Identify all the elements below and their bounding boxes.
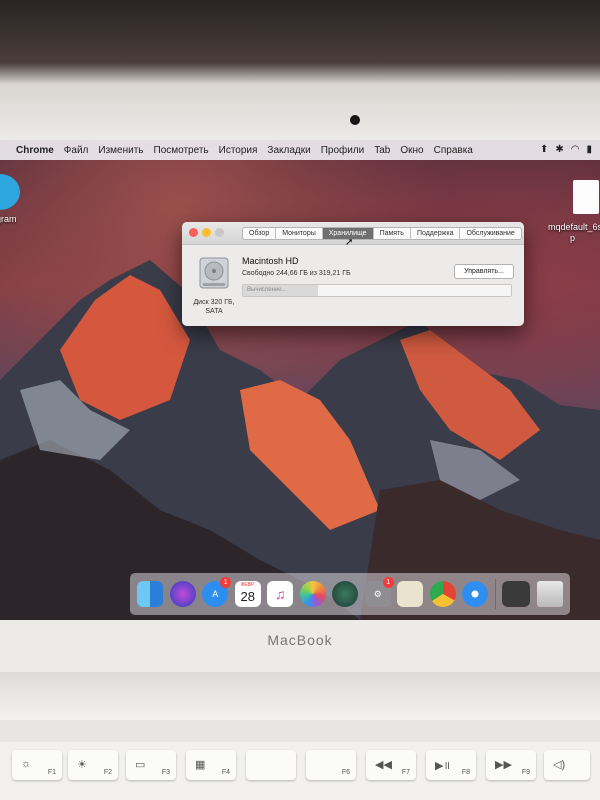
extension-icon[interactable]: ⬆	[540, 144, 548, 155]
menu-help[interactable]: Справка	[434, 145, 473, 156]
macbook-brand-label: MacBook	[267, 632, 333, 648]
key-f2-glyph: ☀	[77, 759, 87, 771]
tab-overview[interactable]: Обзор	[243, 228, 277, 239]
menu-view[interactable]: Посмотреть	[154, 145, 209, 156]
file-icon[interactable]	[573, 180, 599, 214]
system-preferences-icon[interactable]: ⚙ 1	[364, 577, 394, 607]
siri-icon[interactable]	[169, 581, 196, 607]
itunes-icon[interactable]: ♫	[267, 581, 294, 607]
app-store-badge: 1	[220, 577, 232, 588]
menu-bar: Chrome Файл Изменить Посмотреть История …	[0, 140, 600, 160]
key-f7-label: F7	[401, 769, 410, 776]
flag-icon[interactable]: ▮	[586, 144, 592, 155]
key-f2-label: F2	[103, 769, 112, 776]
key-f4-label: F4	[221, 769, 230, 776]
webcam	[350, 115, 360, 125]
key-f1-label: F1	[47, 769, 56, 776]
file-label: mqdefault_6s p	[548, 222, 600, 244]
key-f10-glyph: ◁)	[553, 759, 566, 771]
laptop-hinge	[0, 672, 600, 720]
file-label-line2: p	[570, 233, 576, 243]
chrome-icon[interactable]	[429, 581, 456, 607]
preview-icon[interactable]	[397, 581, 424, 607]
app-store-icon[interactable]: A1	[202, 577, 232, 607]
minimize-button[interactable]	[202, 228, 211, 237]
tab-support[interactable]: Поддержка	[411, 228, 461, 239]
safari-icon[interactable]	[462, 581, 489, 607]
disk-size: Диск 320 ГБ,	[193, 299, 235, 306]
menu-tab[interactable]: Tab	[374, 145, 390, 156]
key-f9-label: F9	[521, 769, 530, 776]
key-f6-label: F6	[341, 769, 350, 776]
key-f4[interactable]: ▦ F4	[186, 750, 236, 780]
bluetooth-icon[interactable]: ✱	[555, 144, 563, 155]
key-f10[interactable]: ◁)	[544, 750, 590, 780]
key-f9-glyph: ▶▶	[495, 759, 512, 771]
window-titlebar[interactable]: Обзор Мониторы Хранилище Память Поддержк…	[182, 222, 524, 248]
manage-button[interactable]: Управлять...	[454, 264, 514, 279]
zoom-button[interactable]	[215, 228, 224, 237]
storage-bar: Вычисление...	[242, 284, 512, 297]
key-f1-glyph: ☼	[21, 758, 32, 770]
menu-file[interactable]: Файл	[64, 145, 89, 156]
tab-service[interactable]: Обслуживание	[460, 228, 520, 239]
screen: Chrome Файл Изменить Посмотреть История …	[0, 140, 600, 620]
time-machine-icon[interactable]	[332, 581, 359, 607]
tab-memory[interactable]: Память	[374, 228, 411, 239]
key-f4-glyph: ▦	[195, 759, 206, 771]
key-f8[interactable]: ▶॥ F8	[426, 750, 476, 780]
file-label-line1: mqdefault_6s	[548, 222, 600, 232]
trash-icon[interactable]	[536, 581, 563, 607]
menu-profiles[interactable]: Профили	[321, 145, 365, 156]
disk-interface: SATA	[205, 308, 223, 315]
minimized-window-icon[interactable]	[502, 581, 531, 607]
storage-bar-label: Вычисление...	[247, 287, 287, 293]
key-f5[interactable]	[246, 750, 296, 780]
tab-displays[interactable]: Мониторы	[276, 228, 323, 239]
key-f1[interactable]: ☼ F1	[12, 750, 62, 780]
about-this-mac-window: Обзор Мониторы Хранилище Память Поддержк…	[182, 222, 524, 326]
menu-bookmarks[interactable]: Закладки	[267, 145, 310, 156]
tab-bar: Обзор Мониторы Хранилище Память Поддержк…	[242, 227, 522, 240]
free-space-text: Свободно 244,66 ГБ из 319,21 ГБ	[242, 270, 351, 277]
key-f8-glyph: ▶॥	[435, 760, 451, 772]
telegram-icon[interactable]	[0, 174, 20, 210]
key-f2[interactable]: ☀ F2	[68, 750, 118, 780]
menu-window[interactable]: Окно	[400, 145, 423, 156]
laptop-bottom-bezel	[0, 620, 600, 680]
prefs-badge: 1	[382, 577, 394, 588]
menu-edit[interactable]: Изменить	[98, 145, 143, 156]
telegram-label: gram	[0, 214, 17, 224]
menu-app-chrome[interactable]: Chrome	[16, 145, 54, 156]
laptop-top-bezel	[0, 0, 600, 140]
calendar-icon[interactable]: ФЕВР. 28	[234, 581, 261, 607]
mouse-pointer-icon: ➚	[345, 237, 354, 248]
calendar-day: 28	[240, 589, 255, 604]
hard-disk-icon	[199, 257, 229, 289]
key-f9[interactable]: ▶▶ F9	[486, 750, 536, 780]
key-f3-glyph: ▭	[135, 759, 146, 771]
key-f3-label: F3	[161, 769, 170, 776]
key-f3[interactable]: ▭ F3	[126, 750, 176, 780]
finder-icon[interactable]	[137, 581, 164, 607]
key-f6[interactable]: F6	[306, 750, 356, 780]
dock: A1 ФЕВР. 28 ♫ ⚙ 1	[130, 573, 570, 615]
keyboard-function-row: ☼ F1 ☀ F2 ▭ F3 ▦ F4 F6 ◀◀ F7 ▶॥ F8 ▶▶ F9 ◁)	[0, 742, 600, 800]
menu-history[interactable]: История	[219, 145, 258, 156]
volume-name: Macintosh HD	[242, 256, 299, 266]
wifi-icon[interactable]: ◠	[571, 144, 580, 155]
key-f8-label: F8	[461, 769, 470, 776]
status-area: ⬆ ✱ ◠ ▮	[540, 144, 592, 155]
key-f7-glyph: ◀◀	[375, 759, 392, 771]
close-button[interactable]	[189, 228, 198, 237]
disk-label: Диск 320 ГБ, SATA	[188, 298, 240, 316]
key-f7[interactable]: ◀◀ F7	[366, 750, 416, 780]
photos-icon[interactable]	[299, 581, 326, 607]
dock-separator	[494, 579, 496, 609]
